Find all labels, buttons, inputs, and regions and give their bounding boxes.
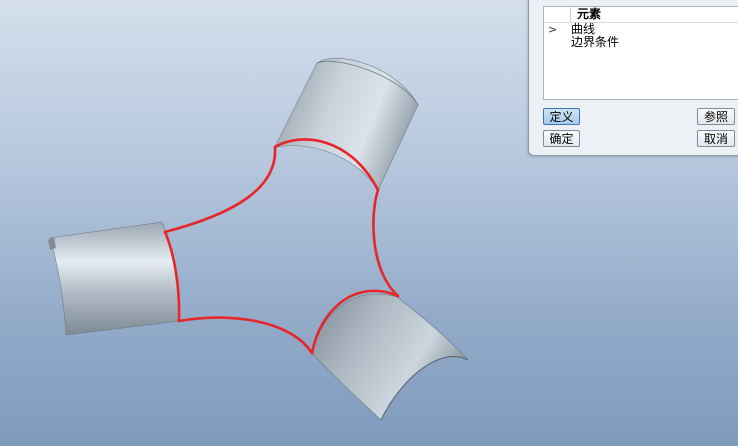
chevron-right-icon[interactable]: > bbox=[548, 23, 557, 36]
list-item-boundary-conditions[interactable]: 边界条件 bbox=[544, 36, 738, 49]
bottom-right-tube-surface[interactable] bbox=[311, 293, 469, 421]
curve-top-left-arc bbox=[163, 145, 277, 234]
define-button[interactable]: 定义 bbox=[543, 108, 580, 125]
element-list-header: 元素 bbox=[544, 7, 738, 23]
reference-button[interactable]: 参照 bbox=[697, 108, 735, 125]
ok-button[interactable]: 确定 bbox=[543, 130, 580, 147]
left-tube-surface[interactable] bbox=[48, 221, 180, 336]
top-tube-surface[interactable] bbox=[274, 58, 419, 191]
list-item-label: 边界条件 bbox=[571, 35, 620, 49]
cancel-button[interactable]: 取消 bbox=[697, 130, 735, 147]
element-list: 元素 > 曲线 边界条件 bbox=[543, 6, 738, 100]
curve-right-arc bbox=[372, 188, 400, 298]
element-column-title: 元素 bbox=[577, 7, 602, 21]
curve-left-bottom-arc bbox=[177, 316, 314, 355]
column-separator bbox=[570, 7, 571, 22]
boundary-blend-dialog: 元素 > 曲线 边界条件 定义 参照 确定 取消 bbox=[528, 0, 738, 156]
